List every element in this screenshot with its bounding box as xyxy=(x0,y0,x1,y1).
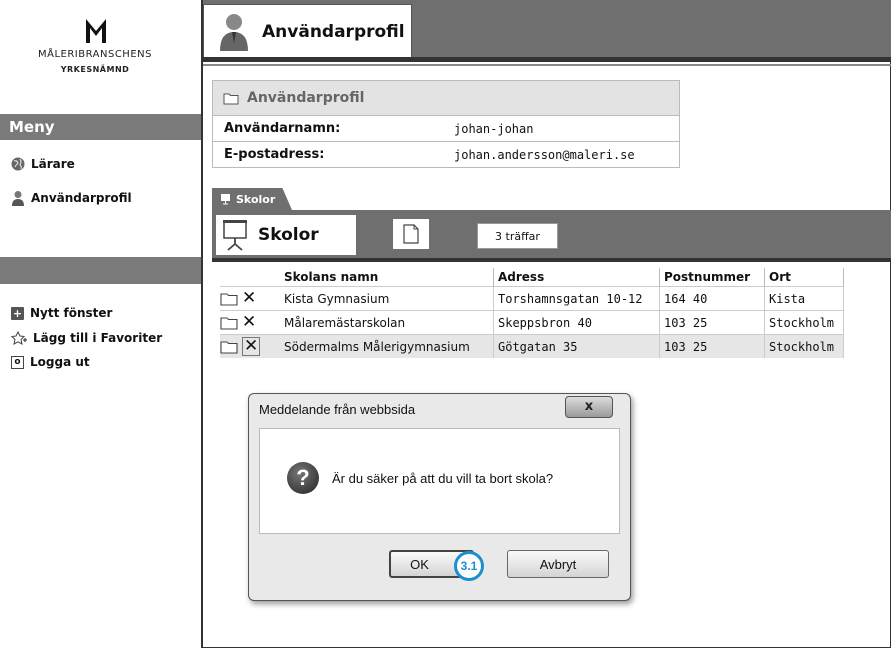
school-name: Södermalms Målerigymnasium xyxy=(280,334,494,358)
profile-label: Användarnamn: xyxy=(224,121,341,136)
folder-icon xyxy=(223,93,239,104)
dialog-body: ? Är du säker på att du vill ta bort sko… xyxy=(259,428,620,534)
school-name: Målaremästarskolan xyxy=(280,310,494,335)
result-count: 3 träffar xyxy=(477,223,558,249)
table-header-address[interactable]: Adress xyxy=(493,268,660,287)
m-logo-icon xyxy=(86,19,106,43)
school-postal: 103 25 xyxy=(659,334,765,358)
row-actions: ✕ xyxy=(220,310,280,335)
logo: MÅLERIBRANSCHENS YRKESNÄMND xyxy=(0,0,201,100)
schools-title-box: Skolor xyxy=(216,215,356,255)
user-avatar-icon xyxy=(220,13,248,51)
delete-icon[interactable]: ✕ xyxy=(242,314,256,331)
document-icon xyxy=(403,224,419,244)
logo-text-line2: YRKESNÄMND xyxy=(60,65,130,74)
schools-title: Skolor xyxy=(258,225,319,245)
tab-label: Skolor xyxy=(236,192,276,206)
school-city: Stockholm xyxy=(764,310,844,335)
question-icon: ? xyxy=(287,462,319,494)
profile-value: johan-johan xyxy=(454,121,534,136)
sidebar-item-larare[interactable]: Lärare xyxy=(11,157,75,171)
star-add-icon xyxy=(11,331,27,345)
sidebar-item-label: Användarprofil xyxy=(31,191,132,205)
table-header-name[interactable]: Skolans namn xyxy=(280,268,494,287)
sidebar-divider xyxy=(0,257,201,284)
plus-square-icon: + xyxy=(11,306,24,320)
school-address: Torshamnsgatan 10-12 xyxy=(493,286,660,311)
cancel-button[interactable]: Avbryt xyxy=(507,550,609,578)
globe-icon xyxy=(11,157,25,171)
logo-text-line1: MÅLERIBRANSCHENS xyxy=(38,49,152,60)
table-row: ✕ Kista Gymnasium Torshamnsgatan 10-12 1… xyxy=(220,286,844,311)
tab-skolor[interactable]: Skolor xyxy=(212,188,292,210)
page-title: Användarprofil xyxy=(262,21,405,42)
profile-row-username: Användarnamn: johan-johan xyxy=(213,116,679,142)
header-title-tab: Användarprofil xyxy=(203,4,412,58)
sidebar-item-logga-ut[interactable]: o Logga ut xyxy=(11,355,90,369)
delete-icon[interactable]: ✕ xyxy=(242,290,256,307)
dialog-message: Är du säker på att du vill ta bort skola… xyxy=(332,471,554,486)
school-postal: 164 40 xyxy=(659,286,765,311)
sidebar: MÅLERIBRANSCHENS YRKESNÄMND Meny Lärare … xyxy=(0,0,203,648)
sidebar-item-anvandarprofil[interactable]: Användarprofil xyxy=(11,190,132,206)
school-city: Kista xyxy=(764,286,844,311)
header-divider xyxy=(203,57,891,62)
profile-panel: Användarprofil Användarnamn: johan-johan… xyxy=(212,80,680,168)
school-address: Götgatan 35 xyxy=(493,334,660,358)
schools-divider xyxy=(212,258,891,262)
presentation-icon xyxy=(221,194,230,205)
row-actions: ✕ xyxy=(220,334,280,358)
school-name: Kista Gymnasium xyxy=(280,286,494,311)
folder-icon[interactable] xyxy=(220,292,238,306)
new-document-button[interactable] xyxy=(393,219,429,249)
folder-icon[interactable] xyxy=(220,316,238,330)
dialog-title: Meddelande från webbsida xyxy=(259,402,416,417)
sidebar-item-label: Lägg till i Favoriter xyxy=(33,331,163,345)
table-row: ✕ Målaremästarskolan Skeppsbron 40 103 2… xyxy=(220,310,844,335)
dialog-close-button[interactable]: x xyxy=(565,396,613,418)
schools-table: Skolans namn Adress Postnummer Ort ✕ Kis… xyxy=(220,268,844,358)
user-icon xyxy=(12,191,24,206)
confirm-dialog: Meddelande från webbsida x ? Är du säker… xyxy=(248,393,631,601)
table-header-postal[interactable]: Postnummer xyxy=(659,268,765,287)
sidebar-item-label: Nytt fönster xyxy=(30,306,113,320)
profile-row-email: E-postadress: johan.andersson@maleri.se xyxy=(213,142,679,167)
sidebar-item-nytt-fonster[interactable]: + Nytt fönster xyxy=(11,306,112,320)
school-address: Skeppsbron 40 xyxy=(493,310,660,335)
profile-panel-header: Användarprofil xyxy=(213,81,679,116)
profile-panel-title: Användarprofil xyxy=(247,90,365,106)
sidebar-item-label: Lärare xyxy=(31,157,75,171)
row-actions: ✕ xyxy=(220,286,280,311)
presentation-board-icon xyxy=(223,220,247,251)
table-row: ✕ Södermalms Målerigymnasium Götgatan 35… xyxy=(220,334,844,358)
school-postal: 103 25 xyxy=(659,310,765,335)
logout-icon: o xyxy=(11,355,24,369)
table-header-row: Skolans namn Adress Postnummer Ort xyxy=(220,268,844,287)
folder-icon[interactable] xyxy=(220,340,238,354)
menu-header: Meny xyxy=(0,114,201,140)
header-divider-thin xyxy=(203,64,891,66)
table-header-actions xyxy=(220,268,280,287)
school-city: Stockholm xyxy=(764,334,844,358)
sidebar-item-label: Logga ut xyxy=(30,355,90,369)
profile-value: johan.andersson@maleri.se xyxy=(454,147,635,162)
step-callout-badge: 3.1 xyxy=(454,551,484,581)
profile-label: E-postadress: xyxy=(224,147,325,162)
table-header-city[interactable]: Ort xyxy=(764,268,844,287)
sidebar-item-favoriter[interactable]: Lägg till i Favoriter xyxy=(11,331,162,345)
delete-icon[interactable]: ✕ xyxy=(242,337,261,356)
